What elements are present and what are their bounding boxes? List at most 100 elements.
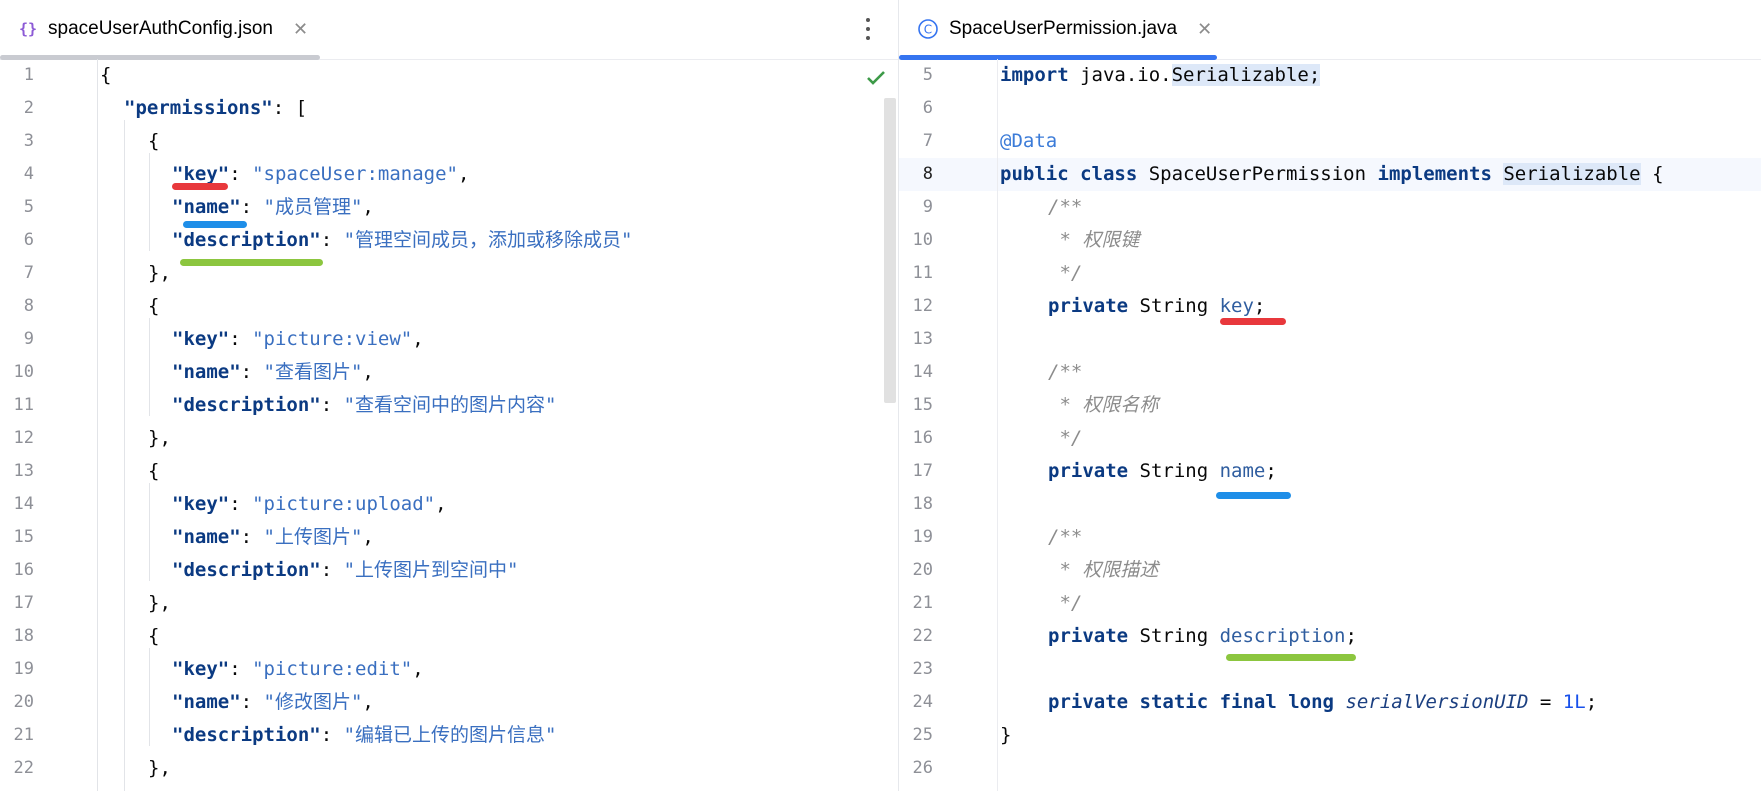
svg-text:C: C bbox=[924, 23, 932, 37]
line-number: 25 bbox=[912, 725, 933, 745]
line-number: 15 bbox=[13, 527, 34, 547]
code-line: }, bbox=[148, 262, 171, 284]
close-icon[interactable]: ✕ bbox=[1197, 19, 1212, 40]
code-line: */ bbox=[1048, 262, 1083, 284]
line-number: 20 bbox=[912, 560, 933, 580]
code-line: { bbox=[148, 295, 160, 317]
line-number: 17 bbox=[13, 593, 34, 613]
check-icon bbox=[866, 70, 886, 90]
code-line: } bbox=[1000, 724, 1012, 746]
code-line: }, bbox=[148, 427, 171, 449]
code-line: }, bbox=[148, 757, 171, 779]
line-number: 9 bbox=[23, 329, 34, 349]
tab-space-user-auth-config[interactable]: {} spaceUserAuthConfig.json ✕ bbox=[18, 0, 308, 58]
code-line: public class SpaceUserPermission impleme… bbox=[1000, 163, 1664, 185]
line-number: 23 bbox=[912, 659, 933, 679]
description-underline-mark bbox=[180, 259, 323, 266]
code-line: * 权限键 bbox=[1048, 229, 1140, 251]
line-number: 20 bbox=[13, 692, 34, 712]
close-icon[interactable]: ✕ bbox=[293, 19, 308, 40]
line-number: 22 bbox=[13, 758, 34, 778]
key-underline-mark bbox=[1220, 318, 1286, 325]
line-number: 4 bbox=[23, 164, 34, 184]
code-line: "key": "picture:edit", bbox=[172, 658, 424, 680]
line-number: 11 bbox=[13, 395, 34, 415]
right-editor-pane: C SpaceUserPermission.java ✕ 5 6 7 8 9 1… bbox=[899, 0, 1761, 791]
line-number: 3 bbox=[23, 131, 34, 151]
left-editor-pane: {} spaceUserAuthConfig.json ✕ 1 2 3 4 5 … bbox=[0, 0, 898, 791]
code-line: "description": "查看空间中的图片内容" bbox=[172, 394, 557, 416]
code-line: import java.io.Serializable; bbox=[1000, 64, 1321, 86]
line-number: 18 bbox=[13, 626, 34, 646]
line-number: 16 bbox=[912, 428, 933, 448]
indent-guide bbox=[97, 59, 98, 791]
line-number: 7 bbox=[23, 263, 34, 283]
code-line: * 权限描述 bbox=[1048, 559, 1159, 581]
json-braces-icon: {} bbox=[18, 19, 38, 39]
code-line: "name": "修改图片", bbox=[172, 691, 374, 713]
java-code-area[interactable]: import java.io.Serializable; @Data publi… bbox=[1000, 59, 1760, 791]
line-number: 26 bbox=[912, 758, 933, 778]
json-code-area[interactable]: { "permissions": [ { "key": "spaceUser:m… bbox=[100, 59, 880, 791]
code-line: private String name; bbox=[1048, 460, 1277, 482]
name-underline-mark bbox=[183, 221, 247, 228]
code-line: /** bbox=[1048, 196, 1083, 218]
code-line: { bbox=[148, 130, 160, 152]
line-number: 13 bbox=[912, 329, 933, 349]
line-number: 22 bbox=[912, 626, 933, 646]
description-underline-mark bbox=[1226, 654, 1356, 661]
code-line: @Data bbox=[1000, 130, 1058, 152]
tab-label: SpaceUserPermission.java bbox=[949, 18, 1178, 39]
code-line: { bbox=[100, 64, 112, 86]
code-line: "description": "编辑已上传的图片信息" bbox=[172, 724, 557, 746]
line-number: 21 bbox=[912, 593, 933, 613]
code-line: */ bbox=[1048, 427, 1083, 449]
code-line: "permissions": [ bbox=[124, 97, 308, 119]
line-number: 10 bbox=[13, 362, 34, 382]
vertical-scrollbar[interactable] bbox=[884, 98, 896, 403]
line-number: 24 bbox=[912, 692, 933, 712]
line-number-gutter: 5 6 7 8 9 10 11 12 13 14 15 16 17 18 19 … bbox=[899, 59, 998, 791]
code-line: "name": "查看图片", bbox=[172, 361, 374, 383]
more-options-icon[interactable] bbox=[858, 14, 878, 44]
right-tab-bar: C SpaceUserPermission.java ✕ bbox=[899, 0, 1761, 60]
line-number: 8 bbox=[23, 296, 34, 316]
line-number: 11 bbox=[912, 263, 933, 283]
key-underline-mark bbox=[172, 183, 228, 190]
line-number-gutter: 1 2 3 4 5 6 7 8 9 10 11 12 13 14 15 16 1… bbox=[0, 59, 46, 791]
code-line: { bbox=[148, 625, 160, 647]
line-number: 13 bbox=[13, 461, 34, 481]
line-number: 6 bbox=[922, 98, 933, 118]
code-line: private static final long serialVersionU… bbox=[1048, 691, 1598, 713]
line-number: 10 bbox=[912, 230, 933, 250]
line-number: 8 bbox=[922, 164, 933, 184]
line-number: 5 bbox=[23, 197, 34, 217]
tab-space-user-permission[interactable]: C SpaceUserPermission.java ✕ bbox=[917, 0, 1212, 58]
line-number: 6 bbox=[23, 230, 34, 250]
line-number: 21 bbox=[13, 725, 34, 745]
line-number: 12 bbox=[912, 296, 933, 316]
code-line: "description": "上传图片到空间中" bbox=[172, 559, 519, 581]
code-line: "name": "成员管理", bbox=[172, 196, 374, 218]
code-line: /** bbox=[1048, 526, 1083, 548]
svg-text:{}: {} bbox=[19, 20, 37, 38]
line-number: 19 bbox=[13, 659, 34, 679]
name-underline-mark bbox=[1216, 492, 1291, 499]
line-number: 16 bbox=[13, 560, 34, 580]
code-line: "description": "管理空间成员，添加或移除成员" bbox=[172, 229, 633, 251]
code-line: "key": "picture:upload", bbox=[172, 493, 447, 515]
line-number: 2 bbox=[23, 98, 34, 118]
line-number: 17 bbox=[912, 461, 933, 481]
left-tab-bar: {} spaceUserAuthConfig.json ✕ bbox=[0, 0, 898, 60]
code-line: private String description; bbox=[1048, 625, 1357, 647]
code-line: /** bbox=[1048, 361, 1083, 383]
code-line: "name": "上传图片", bbox=[172, 526, 374, 548]
line-number: 14 bbox=[912, 362, 933, 382]
line-number: 1 bbox=[23, 65, 34, 85]
line-number: 19 bbox=[912, 527, 933, 547]
tab-label: spaceUserAuthConfig.json bbox=[48, 18, 273, 39]
line-number: 5 bbox=[922, 65, 933, 85]
line-number: 18 bbox=[912, 494, 933, 514]
code-line: { bbox=[148, 460, 160, 482]
line-number: 9 bbox=[922, 197, 933, 217]
